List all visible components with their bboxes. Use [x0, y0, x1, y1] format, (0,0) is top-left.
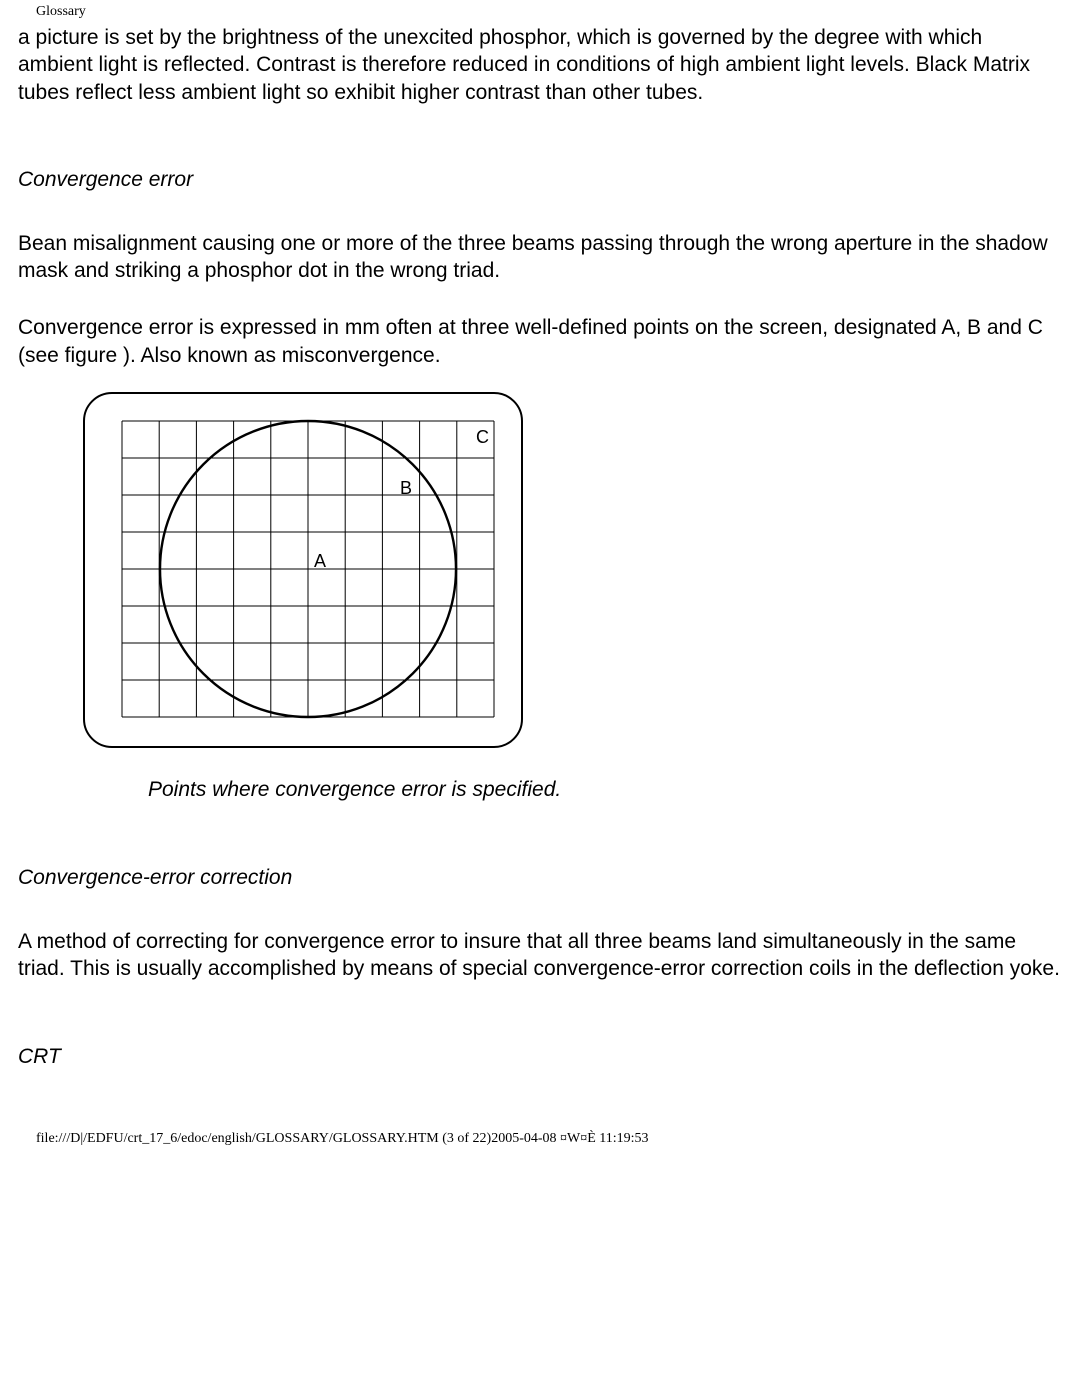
convergence-figure-svg: A B C: [82, 391, 524, 749]
heading-crt: CRT: [18, 1045, 1062, 1069]
intro-paragraph: a picture is set by the brightness of th…: [18, 24, 1062, 106]
page-footer: file:///D|/EDFU/crt_17_6/edoc/english/GL…: [0, 1069, 1080, 1147]
figure-caption: Points where convergence error is specif…: [148, 778, 1062, 802]
heading-convergence-error: Convergence error: [18, 168, 1062, 192]
page-content: a picture is set by the brightness of th…: [0, 20, 1080, 1069]
convergence-figure: A B C: [82, 391, 1062, 754]
convergence-error-para1: Bean misalignment causing one or more of…: [18, 230, 1062, 285]
figure-label-a: A: [314, 551, 326, 571]
heading-convergence-error-correction: Convergence-error correction: [18, 866, 1062, 890]
figure-label-c: C: [476, 427, 489, 447]
figure-label-b: B: [400, 478, 412, 498]
page-header-small: Glossary: [0, 0, 1080, 20]
convergence-error-correction-para: A method of correcting for convergence e…: [18, 928, 1062, 983]
convergence-error-para2: Convergence error is expressed in mm oft…: [18, 314, 1062, 369]
